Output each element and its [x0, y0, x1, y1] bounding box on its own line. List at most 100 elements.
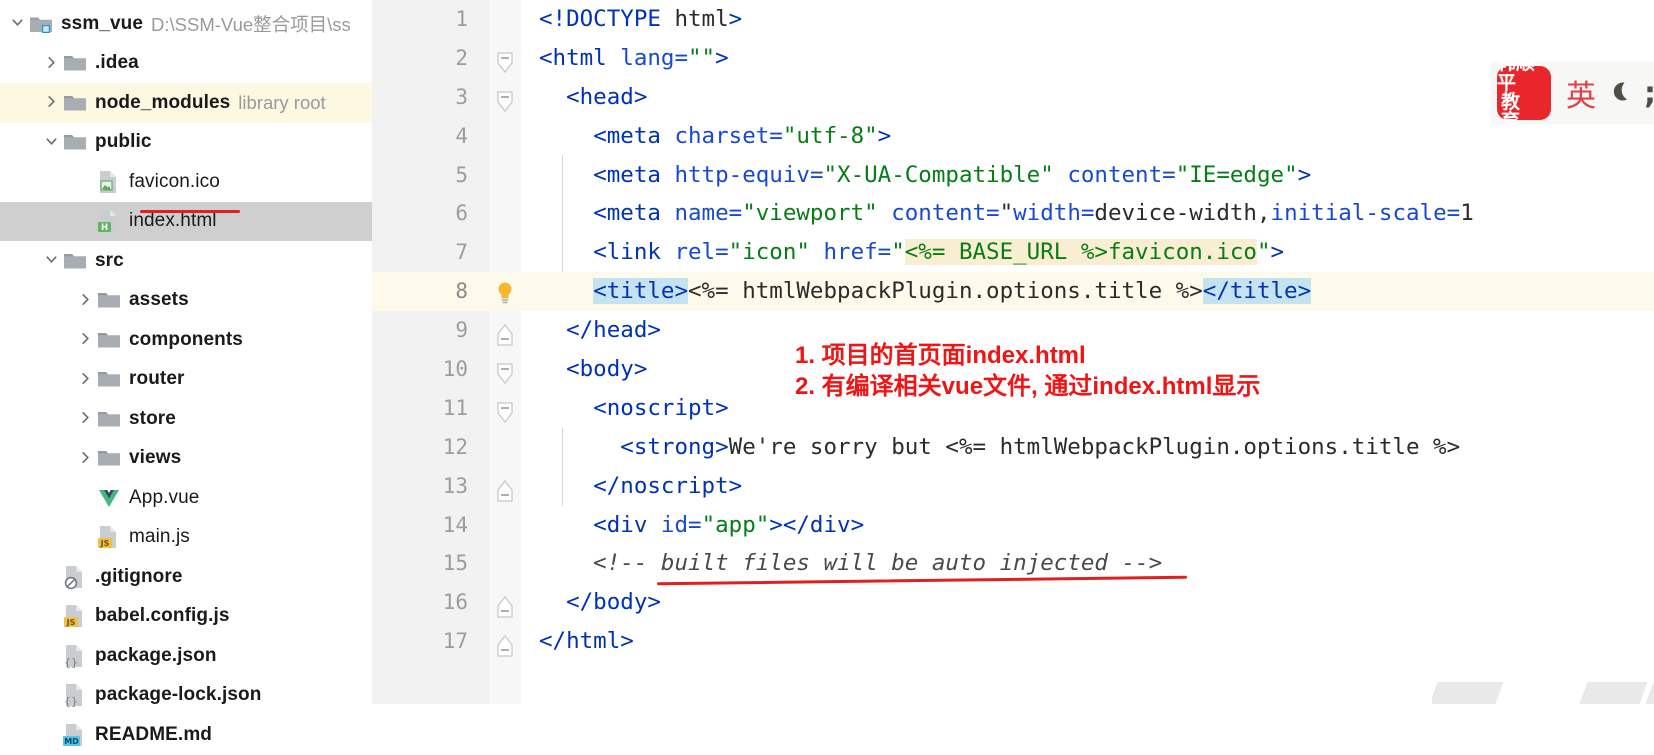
code-text: <link rel="icon" href="<%= BASE_URL %>fa…: [593, 239, 1285, 266]
line-number: 11: [442, 395, 468, 420]
chevron-right-icon[interactable]: [74, 371, 96, 386]
code-line[interactable]: 7 <link rel="icon" href="<%= BASE_URL %>…: [372, 233, 1654, 272]
code-line[interactable]: 16 </body>: [372, 583, 1654, 622]
tree-row-src[interactable]: src: [0, 241, 372, 281]
svg-text:{}: {}: [64, 695, 78, 708]
code-text: <meta http-equiv="X-UA-Compatible" conte…: [593, 161, 1312, 188]
fold-end-icon[interactable]: [495, 631, 515, 657]
ime-logo-line2: 教 育: [1501, 91, 1525, 133]
chevron-right-icon[interactable]: [40, 94, 62, 109]
tree-item-label: node_modules: [95, 91, 231, 113]
line-number: 13: [442, 473, 468, 498]
chevron-right-icon[interactable]: [74, 450, 96, 465]
line-number: 4: [455, 123, 468, 148]
fold-expanded-icon[interactable]: [495, 359, 515, 384]
code-line[interactable]: 1 <!DOCTYPE html>: [372, 0, 1654, 39]
tree-row-public[interactable]: public: [0, 123, 372, 163]
tree-item-label: .idea: [95, 52, 139, 74]
tree-row-gitignore[interactable]: .gitignore: [0, 557, 372, 597]
chevron-right-icon[interactable]: [40, 55, 62, 70]
code-line[interactable]: 13 </noscript>: [372, 467, 1654, 506]
ime-brand-logo: 韩顺平 教 育: [1497, 54, 1551, 131]
tree-item-list[interactable]: .idea node_modules library root public favic…: [0, 44, 372, 755]
code-line[interactable]: 8 <title><%= htmlWebpackPlugin.options.t…: [372, 272, 1654, 312]
tree-item-label: package-lock.json: [95, 684, 262, 706]
code-line[interactable]: 3 <head>: [372, 78, 1654, 117]
chevron-down-icon[interactable]: [40, 134, 62, 149]
json-file-icon: {}: [62, 643, 88, 669]
tree-item-sublabel: library root: [238, 91, 326, 113]
ime-mode-button[interactable]: 英: [1566, 71, 1596, 115]
chevron-down-icon[interactable]: [40, 252, 62, 267]
line-number: 5: [455, 162, 468, 187]
folder-icon: [96, 406, 122, 432]
annotation-note-2: 2. 有编译相关vue文件, 通过index.html显示: [795, 373, 1261, 400]
tree-row-components[interactable]: components: [0, 320, 372, 360]
line-number: 6: [455, 201, 468, 226]
code-text: <meta name="viewport" content="width=dev…: [593, 200, 1474, 227]
index-html-underline: [140, 210, 240, 213]
tree-row-node-modules[interactable]: node_modules library root: [0, 83, 372, 123]
fold-end-icon[interactable]: [495, 592, 515, 618]
folder-icon: [96, 445, 122, 471]
line-number: 10: [442, 357, 468, 382]
lightbulb-icon[interactable]: [494, 279, 516, 304]
svg-text:JS: JS: [66, 618, 76, 627]
line-number: 12: [442, 434, 468, 459]
code-line[interactable]: 17 </html>: [372, 622, 1654, 661]
folder-icon: [96, 366, 122, 392]
md-file-icon: MD: [62, 722, 88, 748]
tree-item-label: src: [95, 249, 124, 271]
fold-end-icon[interactable]: [495, 476, 515, 502]
project-tree-panel[interactable]: ssm_vue D:\SSM-Vue整合项目\ss .idea node_modu…: [0, 0, 372, 746]
code-text: <head>: [566, 83, 648, 110]
tree-root-path: D:\SSM-Vue整合项目\ss: [151, 13, 351, 35]
code-line[interactable]: 14 <div id="app"></div>: [372, 506, 1654, 545]
folder-icon: [62, 248, 88, 274]
tree-row-idea[interactable]: .idea: [0, 44, 372, 84]
tree-row-app-vue[interactable]: App.vue: [0, 478, 372, 518]
fold-expanded-icon[interactable]: [495, 87, 515, 112]
chevron-right-icon[interactable]: [74, 331, 96, 346]
code-text: <!DOCTYPE html>: [539, 6, 743, 32]
ime-toolbar[interactable]: 韩顺平 教 育 英 ;: [1491, 54, 1654, 131]
folder-icon: [62, 90, 88, 116]
code-text: <html lang="">: [539, 44, 729, 71]
json-file-icon: {}: [62, 682, 88, 708]
tree-row-index-html[interactable]: Hindex.html: [0, 201, 372, 241]
code-line[interactable]: 6 <meta name="viewport" content="width=d…: [372, 194, 1654, 233]
tree-row-router[interactable]: router: [0, 360, 372, 400]
tree-row-main-js[interactable]: JS main.js: [0, 518, 372, 558]
folder-icon: [62, 129, 88, 155]
chevron-right-icon[interactable]: [74, 410, 96, 425]
tree-row-favicon-ico[interactable]: favicon.ico: [0, 162, 372, 202]
line-number: 1: [455, 7, 468, 31]
code-text: <noscript>: [593, 394, 729, 421]
fold-end-icon[interactable]: [495, 320, 515, 346]
code-line[interactable]: 4 <meta charset="utf-8">: [372, 117, 1654, 156]
tree-row-readme-md[interactable]: MD README.md: [0, 715, 372, 755]
tree-row-root[interactable]: ssm_vue D:\SSM-Vue整合项目\ss: [0, 4, 372, 44]
vue-file-icon: [96, 485, 122, 511]
fold-expanded-icon[interactable]: [495, 48, 515, 73]
tree-row-views[interactable]: views: [0, 439, 372, 479]
tree-row-package-lock-json[interactable]: {} package-lock.json: [0, 676, 372, 716]
line-number: 7: [455, 240, 468, 265]
chevron-down-icon[interactable]: [6, 15, 28, 30]
code-line[interactable]: 12 <strong>We're sorry but <%= htmlWebpa…: [372, 428, 1654, 467]
tree-root-label: ssm_vue: [61, 12, 144, 34]
fold-expanded-icon[interactable]: [495, 398, 515, 423]
code-line[interactable]: 2 <html lang="">: [372, 39, 1654, 78]
code-editor[interactable]: 1 <!DOCTYPE html> 2 <html lang=""> 3 <head> 4…: [372, 0, 1654, 704]
tree-row-assets[interactable]: assets: [0, 281, 372, 321]
html-file-icon: H: [96, 208, 122, 234]
chevron-right-icon[interactable]: [74, 292, 96, 307]
tree-row-babel-config-js[interactable]: JS babel.config.js: [0, 597, 372, 637]
gitignore-file-icon: [62, 564, 88, 590]
moon-icon[interactable]: [1606, 71, 1636, 115]
code-line[interactable]: 5 <meta http-equiv="X-UA-Compatible" con…: [372, 156, 1654, 195]
tree-row-package-json[interactable]: {} package.json: [0, 636, 372, 676]
semicolon-icon[interactable]: ;: [1644, 71, 1654, 115]
tree-row-store[interactable]: store: [0, 399, 372, 439]
code-text: <body>: [566, 356, 648, 383]
